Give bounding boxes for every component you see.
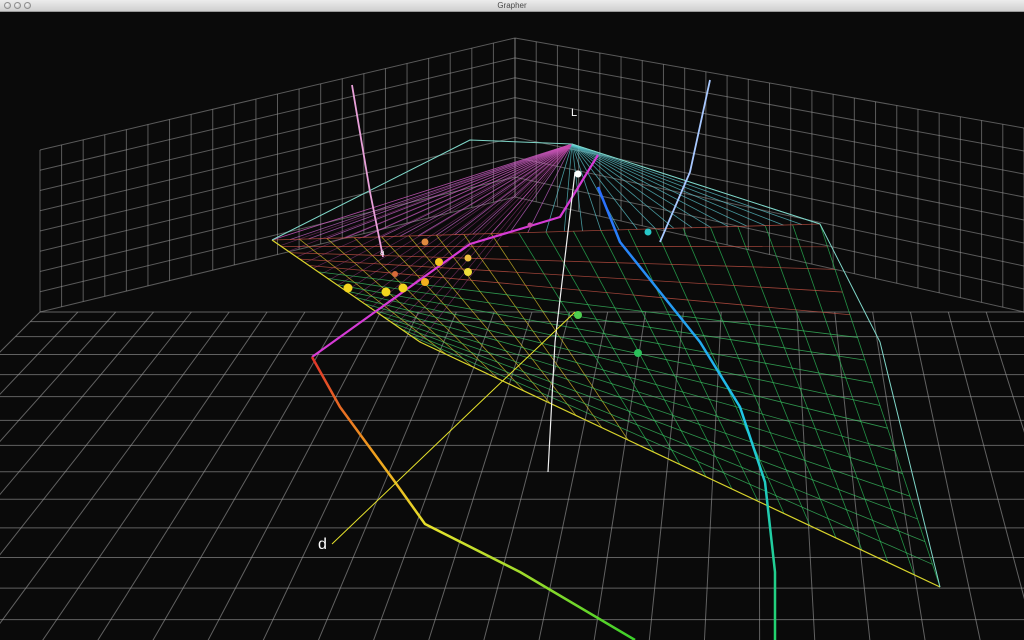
sample-point: [435, 258, 443, 266]
sample-point: [574, 170, 582, 178]
sample-point: [644, 228, 652, 236]
3d-scene[interactable]: d L a: [0, 12, 1024, 640]
magenta-curve: [311, 154, 599, 358]
axis-label-d: d: [318, 536, 327, 553]
mesh-grid-line: [299, 258, 843, 293]
floor-depth-line: [97, 311, 306, 640]
mesh-grid-line: [373, 309, 903, 474]
floor-depth-line: [373, 311, 495, 640]
floor-depth-line: [0, 311, 41, 353]
mesh-apex-line: [271, 143, 573, 241]
floor-depth-line: [428, 311, 533, 640]
axis-label-l: L: [571, 107, 577, 119]
floor-depth-line: [262, 311, 419, 640]
3d-graph-canvas[interactable]: d L a: [0, 12, 1024, 640]
sample-point: [634, 349, 642, 357]
d-axis-line: [331, 311, 576, 545]
axis-label-a: a: [380, 248, 385, 257]
grapher-window: Grapher d L a: [0, 0, 1024, 640]
sample-points: [343, 170, 652, 357]
sample-point: [398, 283, 408, 293]
sample-point: [527, 222, 533, 228]
mesh-grid-line: [308, 265, 851, 316]
mesh-apex-line: [571, 143, 766, 226]
sample-point: [392, 271, 398, 277]
floor-depth-line: [317, 311, 457, 640]
floor-depth-line: [0, 311, 117, 443]
floor-depth-line: [796, 311, 816, 640]
floor-grid: [0, 311, 1024, 640]
sample-point: [574, 311, 582, 319]
mesh-grid-line: [327, 277, 866, 361]
mesh-apex-line: [571, 143, 802, 225]
mesh-grid-line: [364, 303, 896, 452]
mesh-apex-line: [280, 143, 573, 246]
title-bar[interactable]: Grapher: [0, 0, 1024, 12]
floor-depth-line: [207, 311, 382, 640]
window-title: Grapher: [497, 1, 527, 10]
mesh-grid-line: [290, 252, 836, 270]
sample-point: [343, 283, 353, 293]
floor-depth-line: [42, 311, 268, 640]
floor-depth-line: [909, 311, 981, 640]
sample-point: [464, 254, 472, 262]
mesh-grid-line: [345, 290, 881, 406]
floor-depth-line: [0, 311, 192, 556]
sample-point: [421, 278, 429, 286]
floor-depth-line: [0, 311, 79, 395]
pink-spike: [351, 84, 384, 258]
floor-depth-line: [593, 311, 647, 640]
floor-depth-line: [648, 311, 684, 640]
floor-depth-line: [872, 311, 926, 640]
sample-point: [381, 287, 391, 297]
floor-depth-line: [0, 311, 230, 625]
mesh-apex-line: [571, 143, 693, 229]
sample-point: [421, 238, 429, 246]
floor-depth-line: [947, 311, 1024, 600]
sample-point: [464, 268, 472, 276]
mesh-apex-line: [436, 143, 573, 236]
mesh-apex-line: [571, 143, 675, 229]
floor-depth-line: [758, 311, 761, 640]
